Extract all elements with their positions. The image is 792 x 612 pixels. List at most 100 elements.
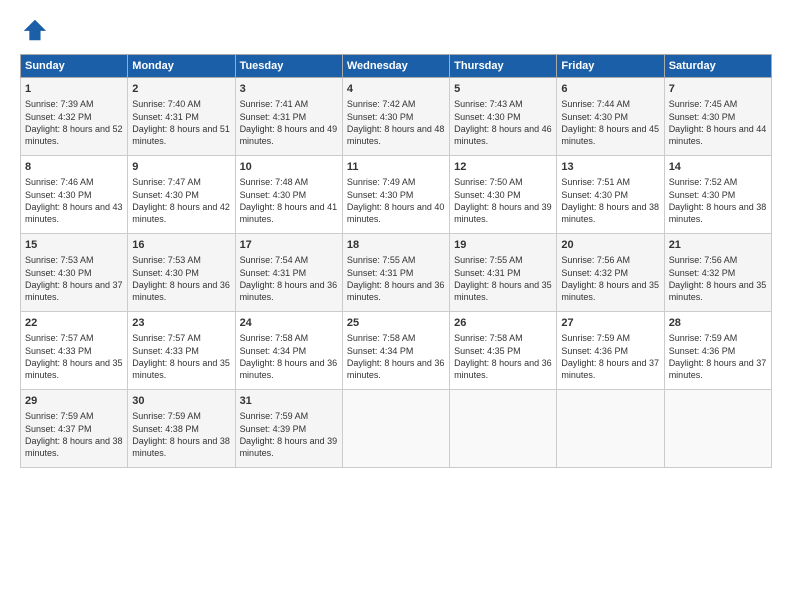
calendar: SundayMondayTuesdayWednesdayThursdayFrid… [20,54,772,468]
page: SundayMondayTuesdayWednesdayThursdayFrid… [0,0,792,612]
calendar-cell [557,390,664,468]
day-info: Sunrise: 7:51 AMSunset: 4:30 PMDaylight:… [561,176,659,225]
day-info: Sunrise: 7:40 AMSunset: 4:31 PMDaylight:… [132,98,230,147]
week-row-1: 1Sunrise: 7:39 AMSunset: 4:32 PMDaylight… [21,78,772,156]
day-info: Sunrise: 7:56 AMSunset: 4:32 PMDaylight:… [669,254,767,303]
day-info: Sunrise: 7:54 AMSunset: 4:31 PMDaylight:… [240,254,338,303]
day-info: Sunrise: 7:53 AMSunset: 4:30 PMDaylight:… [25,254,123,303]
day-number: 4 [347,82,445,97]
day-info: Sunrise: 7:55 AMSunset: 4:31 PMDaylight:… [454,254,552,303]
day-info: Sunrise: 7:39 AMSunset: 4:32 PMDaylight:… [25,98,123,147]
calendar-cell: 7Sunrise: 7:45 AMSunset: 4:30 PMDaylight… [664,78,771,156]
day-number: 1 [25,82,123,97]
day-info: Sunrise: 7:58 AMSunset: 4:35 PMDaylight:… [454,332,552,381]
day-number: 21 [669,238,767,253]
calendar-cell [342,390,449,468]
day-info: Sunrise: 7:43 AMSunset: 4:30 PMDaylight:… [454,98,552,147]
week-row-2: 8Sunrise: 7:46 AMSunset: 4:30 PMDaylight… [21,156,772,234]
calendar-cell: 12Sunrise: 7:50 AMSunset: 4:30 PMDayligh… [450,156,557,234]
calendar-body: 1Sunrise: 7:39 AMSunset: 4:32 PMDaylight… [21,78,772,468]
day-number: 7 [669,82,767,97]
calendar-cell: 14Sunrise: 7:52 AMSunset: 4:30 PMDayligh… [664,156,771,234]
day-info: Sunrise: 7:57 AMSunset: 4:33 PMDaylight:… [132,332,230,381]
day-number: 27 [561,316,659,331]
day-number: 5 [454,82,552,97]
day-info: Sunrise: 7:47 AMSunset: 4:30 PMDaylight:… [132,176,230,225]
day-number: 8 [25,160,123,175]
day-info: Sunrise: 7:59 AMSunset: 4:38 PMDaylight:… [132,410,230,459]
day-info: Sunrise: 7:53 AMSunset: 4:30 PMDaylight:… [132,254,230,303]
calendar-cell: 25Sunrise: 7:58 AMSunset: 4:34 PMDayligh… [342,312,449,390]
calendar-cell: 27Sunrise: 7:59 AMSunset: 4:36 PMDayligh… [557,312,664,390]
day-number: 26 [454,316,552,331]
calendar-cell: 11Sunrise: 7:49 AMSunset: 4:30 PMDayligh… [342,156,449,234]
day-number: 18 [347,238,445,253]
logo [20,16,52,44]
weekday-header-tuesday: Tuesday [235,55,342,78]
day-info: Sunrise: 7:58 AMSunset: 4:34 PMDaylight:… [347,332,445,381]
calendar-cell: 29Sunrise: 7:59 AMSunset: 4:37 PMDayligh… [21,390,128,468]
day-info: Sunrise: 7:59 AMSunset: 4:36 PMDaylight:… [561,332,659,381]
calendar-cell: 8Sunrise: 7:46 AMSunset: 4:30 PMDaylight… [21,156,128,234]
day-info: Sunrise: 7:56 AMSunset: 4:32 PMDaylight:… [561,254,659,303]
day-number: 31 [240,394,338,409]
calendar-cell: 17Sunrise: 7:54 AMSunset: 4:31 PMDayligh… [235,234,342,312]
calendar-cell: 3Sunrise: 7:41 AMSunset: 4:31 PMDaylight… [235,78,342,156]
calendar-cell: 20Sunrise: 7:56 AMSunset: 4:32 PMDayligh… [557,234,664,312]
calendar-cell: 18Sunrise: 7:55 AMSunset: 4:31 PMDayligh… [342,234,449,312]
day-number: 22 [25,316,123,331]
week-row-3: 15Sunrise: 7:53 AMSunset: 4:30 PMDayligh… [21,234,772,312]
calendar-cell: 5Sunrise: 7:43 AMSunset: 4:30 PMDaylight… [450,78,557,156]
calendar-cell: 19Sunrise: 7:55 AMSunset: 4:31 PMDayligh… [450,234,557,312]
weekday-header-wednesday: Wednesday [342,55,449,78]
calendar-cell [664,390,771,468]
day-info: Sunrise: 7:59 AMSunset: 4:37 PMDaylight:… [25,410,123,459]
logo-icon [20,16,48,44]
day-info: Sunrise: 7:50 AMSunset: 4:30 PMDaylight:… [454,176,552,225]
calendar-cell: 2Sunrise: 7:40 AMSunset: 4:31 PMDaylight… [128,78,235,156]
day-number: 9 [132,160,230,175]
day-number: 14 [669,160,767,175]
day-info: Sunrise: 7:48 AMSunset: 4:30 PMDaylight:… [240,176,338,225]
calendar-cell: 16Sunrise: 7:53 AMSunset: 4:30 PMDayligh… [128,234,235,312]
weekday-header-monday: Monday [128,55,235,78]
calendar-cell: 15Sunrise: 7:53 AMSunset: 4:30 PMDayligh… [21,234,128,312]
day-number: 13 [561,160,659,175]
day-number: 19 [454,238,552,253]
calendar-cell: 6Sunrise: 7:44 AMSunset: 4:30 PMDaylight… [557,78,664,156]
day-info: Sunrise: 7:45 AMSunset: 4:30 PMDaylight:… [669,98,767,147]
day-info: Sunrise: 7:49 AMSunset: 4:30 PMDaylight:… [347,176,445,225]
weekday-header-sunday: Sunday [21,55,128,78]
day-number: 10 [240,160,338,175]
day-info: Sunrise: 7:41 AMSunset: 4:31 PMDaylight:… [240,98,338,147]
day-info: Sunrise: 7:58 AMSunset: 4:34 PMDaylight:… [240,332,338,381]
weekday-header-friday: Friday [557,55,664,78]
calendar-cell: 30Sunrise: 7:59 AMSunset: 4:38 PMDayligh… [128,390,235,468]
day-info: Sunrise: 7:42 AMSunset: 4:30 PMDaylight:… [347,98,445,147]
day-number: 25 [347,316,445,331]
calendar-cell: 22Sunrise: 7:57 AMSunset: 4:33 PMDayligh… [21,312,128,390]
day-number: 24 [240,316,338,331]
weekday-header-row: SundayMondayTuesdayWednesdayThursdayFrid… [21,55,772,78]
day-number: 2 [132,82,230,97]
day-number: 16 [132,238,230,253]
day-number: 15 [25,238,123,253]
day-number: 6 [561,82,659,97]
day-info: Sunrise: 7:59 AMSunset: 4:39 PMDaylight:… [240,410,338,459]
header [20,16,772,44]
calendar-cell: 13Sunrise: 7:51 AMSunset: 4:30 PMDayligh… [557,156,664,234]
weekday-header-thursday: Thursday [450,55,557,78]
day-info: Sunrise: 7:52 AMSunset: 4:30 PMDaylight:… [669,176,767,225]
calendar-cell: 10Sunrise: 7:48 AMSunset: 4:30 PMDayligh… [235,156,342,234]
day-info: Sunrise: 7:44 AMSunset: 4:30 PMDaylight:… [561,98,659,147]
calendar-cell: 21Sunrise: 7:56 AMSunset: 4:32 PMDayligh… [664,234,771,312]
calendar-cell [450,390,557,468]
day-info: Sunrise: 7:55 AMSunset: 4:31 PMDaylight:… [347,254,445,303]
calendar-cell: 23Sunrise: 7:57 AMSunset: 4:33 PMDayligh… [128,312,235,390]
week-row-4: 22 Sunrise: 7:57 AMSunset: 4:33 PMDayligh… [21,312,772,390]
day-number: 23 [132,316,230,331]
week-row-5: 29Sunrise: 7:59 AMSunset: 4:37 PMDayligh… [21,390,772,468]
day-number: 3 [240,82,338,97]
calendar-cell: 9Sunrise: 7:47 AMSunset: 4:30 PMDaylight… [128,156,235,234]
calendar-cell: 26Sunrise: 7:58 AMSunset: 4:35 PMDayligh… [450,312,557,390]
